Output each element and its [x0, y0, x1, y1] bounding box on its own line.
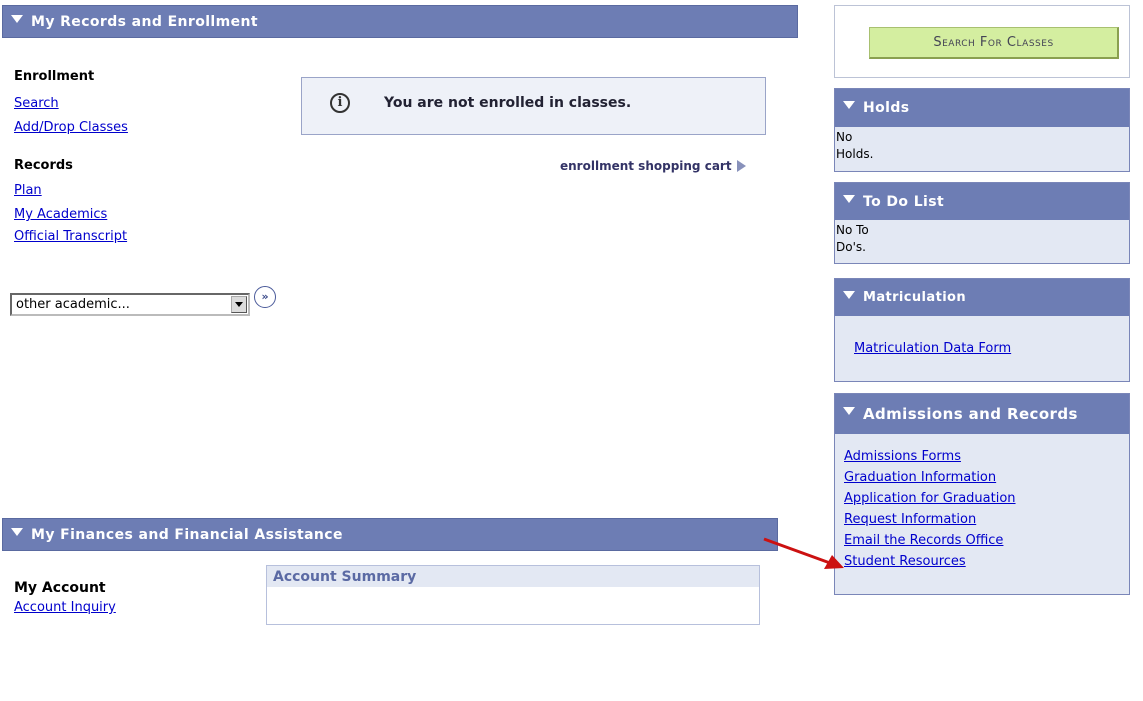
arrow-right-icon [736, 160, 746, 172]
admissions-links-list: Admissions Forms Graduation Information … [844, 449, 1016, 570]
admissions-records-title: Admissions and Records [863, 405, 1078, 423]
expand-triangle-icon [11, 527, 23, 536]
todo-text-line2: Do's. [836, 240, 866, 254]
records-heading: Records [14, 158, 73, 173]
dropdown-value: other academic... [16, 297, 130, 312]
holds-text-line1: No [836, 130, 853, 144]
holds-header[interactable]: Holds [835, 89, 1129, 127]
todo-title: To Do List [863, 193, 945, 210]
records-enrollment-title: My Records and Enrollment [31, 13, 258, 30]
red-pointer-arrow-icon [763, 537, 844, 569]
other-academic-dropdown[interactable]: other academic... [10, 293, 250, 316]
official-transcript-link[interactable]: Official Transcript [14, 229, 127, 245]
enrollment-shopping-cart-label: enrollment shopping cart [560, 159, 732, 173]
enrollment-shopping-cart-link[interactable]: enrollment shopping cart [560, 159, 746, 173]
search-link[interactable]: Search [14, 96, 59, 112]
account-summary-box: Account Summary [266, 565, 760, 625]
my-account-heading: My Account [14, 580, 106, 596]
finances-title: My Finances and Financial Assistance [31, 526, 343, 543]
search-classes-panel: Search For Classes [834, 5, 1130, 78]
todo-text-line1: No To [836, 223, 869, 237]
admissions-records-header[interactable]: Admissions and Records [835, 394, 1129, 434]
application-for-graduation-link[interactable]: Application for Graduation [844, 491, 1016, 507]
my-academics-link[interactable]: My Academics [14, 207, 107, 223]
holds-panel: Holds No Holds. [834, 88, 1130, 172]
holds-text-line2: Holds. [836, 147, 874, 161]
expand-triangle-icon [11, 14, 23, 23]
info-icon: i [330, 93, 350, 113]
admissions-records-panel: Admissions and Records Admissions Forms … [834, 393, 1130, 595]
expand-triangle-icon [843, 101, 855, 109]
matriculation-data-form-link[interactable]: Matriculation Data Form [854, 341, 1011, 357]
go-double-arrow-icon[interactable]: » [254, 286, 276, 308]
plan-link[interactable]: Plan [14, 183, 42, 199]
enrollment-heading: Enrollment [14, 69, 95, 84]
admissions-forms-link[interactable]: Admissions Forms [844, 449, 1016, 465]
add-drop-classes-link[interactable]: Add/Drop Classes [14, 120, 128, 136]
student-resources-link[interactable]: Student Resources [844, 554, 1016, 570]
request-information-link[interactable]: Request Information [844, 512, 1016, 528]
expand-triangle-icon [843, 194, 855, 203]
matriculation-header[interactable]: Matriculation [835, 279, 1129, 316]
todo-header[interactable]: To Do List [835, 183, 1129, 220]
holds-title: Holds [863, 100, 910, 116]
records-enrollment-header[interactable]: My Records and Enrollment [2, 5, 798, 38]
email-records-office-link[interactable]: Email the Records Office [844, 533, 1016, 549]
account-inquiry-link[interactable]: Account Inquiry [14, 600, 116, 616]
dropdown-arrow-icon[interactable] [231, 296, 247, 313]
finances-header[interactable]: My Finances and Financial Assistance [2, 518, 778, 551]
matriculation-panel: Matriculation Matriculation Data Form [834, 278, 1130, 382]
not-enrolled-notice: i You are not enrolled in classes. [301, 77, 766, 135]
account-summary-title: Account Summary [267, 566, 759, 587]
search-for-classes-button[interactable]: Search For Classes [869, 27, 1119, 59]
graduation-information-link[interactable]: Graduation Information [844, 470, 1016, 486]
todo-panel: To Do List No To Do's. [834, 182, 1130, 264]
not-enrolled-text: You are not enrolled in classes. [384, 95, 632, 111]
expand-triangle-icon [843, 290, 855, 299]
matriculation-title: Matriculation [863, 290, 967, 305]
expand-triangle-icon [843, 407, 855, 415]
